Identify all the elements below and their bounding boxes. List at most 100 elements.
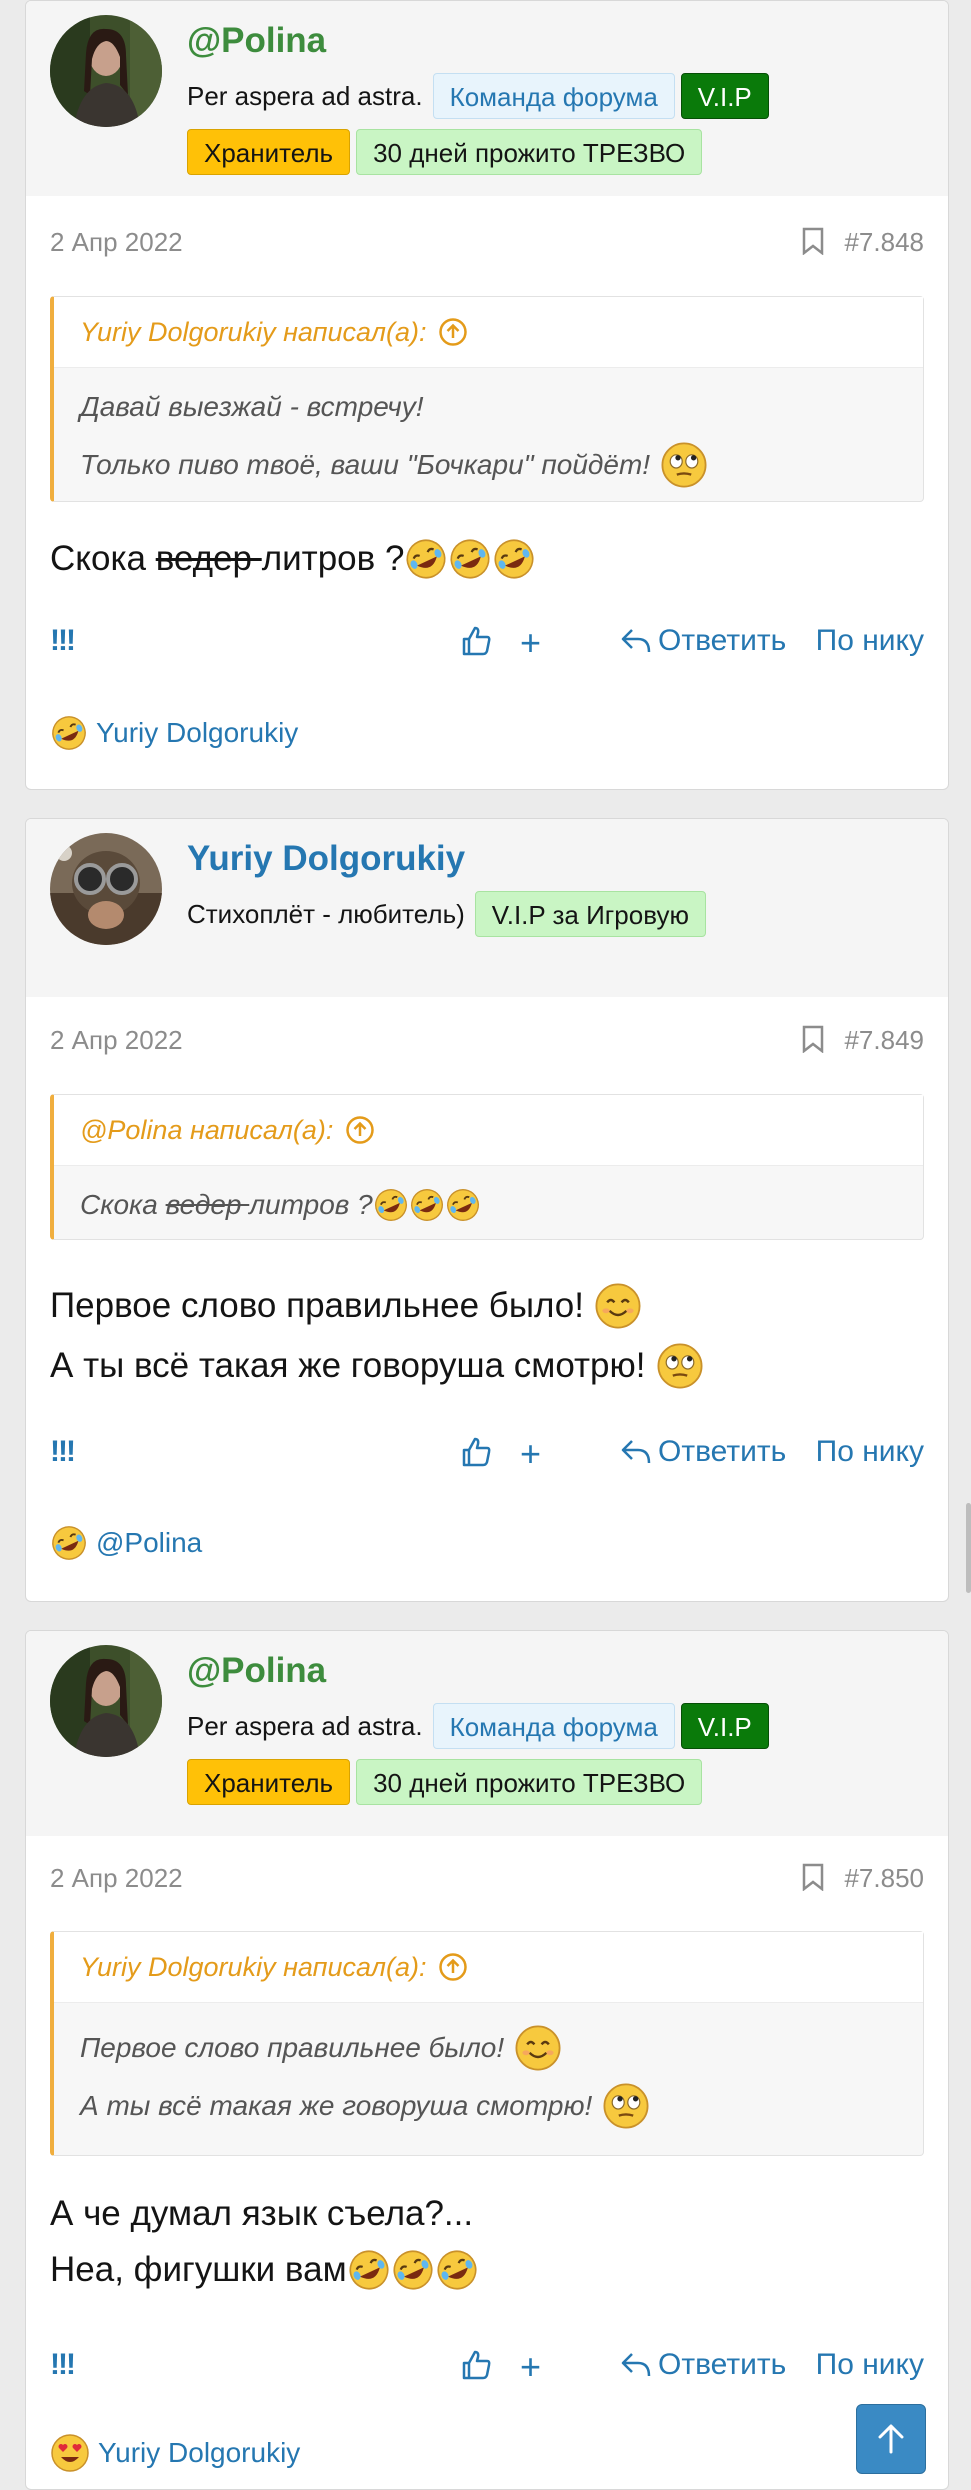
add-reaction-button[interactable]: + <box>520 2346 541 2388</box>
post-number[interactable]: #7.848 <box>844 227 924 258</box>
arrow-up-circle-icon[interactable] <box>438 1952 468 1982</box>
message-line: А ты всё такая же говоруша смотрю! <box>50 1336 924 1396</box>
user-titles: Стихоплёт - любитель) V.I.P за Игровую <box>187 891 927 937</box>
quote-header[interactable]: Yuriy Dolgorukiy написал(а): <box>54 1932 923 2003</box>
reactions-bar[interactable]: @Polina <box>50 1521 202 1565</box>
badge-vip-game: V.I.P за Игровую <box>474 891 706 937</box>
post-number[interactable]: #7.849 <box>844 1025 924 1056</box>
quote-line: Только пиво твоё, ваши "Бочкари" пойдёт! <box>80 436 897 494</box>
badge-sober: 30 дней прожито ТРЕЗВО <box>356 1759 703 1805</box>
rofl-emoji-icon <box>50 1524 88 1562</box>
rofl-emoji-icon <box>448 537 492 581</box>
heart-eyes-emoji-icon <box>50 2433 90 2473</box>
by-nick-link[interactable]: По нику <box>816 624 924 658</box>
rofl-emoji-icon <box>347 2248 391 2292</box>
message-line: Неа, фигушки вам <box>50 2242 924 2298</box>
rofl-emoji-icon <box>492 537 536 581</box>
post-author-header: @Polina Per aspera ad astra. Команда фор… <box>26 1631 948 1836</box>
add-reaction-button[interactable]: + <box>520 1433 541 1475</box>
post-message: Скока ведер литров ? <box>50 529 924 589</box>
eye-roll-emoji-icon <box>656 1342 704 1390</box>
user-title: Per aspera ad astra. <box>187 1711 423 1741</box>
grin-emoji-icon <box>594 1282 642 1330</box>
user-titles: Per aspera ad astra. Команда форума V.I.… <box>187 73 927 175</box>
quote-text: Давай выезжай - встречу! <box>80 391 424 422</box>
post-7849: Yuriy Dolgorukiy Стихоплёт - любитель) V… <box>25 818 949 1602</box>
reaction-user[interactable]: Yuriy Dolgorukiy <box>96 717 298 749</box>
post-meta: 2 Апр 2022 #7.848 <box>50 227 924 267</box>
thumbs-up-icon[interactable] <box>460 624 494 658</box>
reply-icon <box>621 1440 651 1464</box>
username[interactable]: @Polina <box>187 21 326 61</box>
badge-sober: 30 дней прожито ТРЕЗВО <box>356 129 703 175</box>
user-titles: Per aspera ad astra. Команда форума V.I.… <box>187 1703 927 1805</box>
report-link[interactable]: !!! <box>50 1435 76 1469</box>
thumbs-up-icon[interactable] <box>460 2348 494 2382</box>
post-message: А че думал язык съела?... Неа, фигушки в… <box>50 2186 924 2298</box>
quote-header[interactable]: Yuriy Dolgorukiy написал(а): <box>54 297 923 368</box>
message-line: Первое слово правильнее было! <box>50 1276 924 1336</box>
avatar[interactable] <box>50 833 162 945</box>
reactions-bar[interactable]: Yuriy Dolgorukiy <box>50 711 298 755</box>
quote-header[interactable]: @Polina написал(а): <box>54 1095 923 1166</box>
scrollbar-thumb[interactable] <box>966 1503 971 1593</box>
bookmark-icon[interactable] <box>802 1863 824 1891</box>
badge-vip: V.I.P <box>680 1703 769 1749</box>
quote-line: Первое слово правильнее было! <box>80 2019 897 2077</box>
reply-button[interactable]: Ответить <box>620 2348 786 2382</box>
bookmark-icon[interactable] <box>802 227 824 255</box>
reactions-bar[interactable]: Yuriy Dolgorukiy <box>50 2431 300 2475</box>
post-7848: @Polina Per aspera ad astra. Команда фор… <box>25 0 949 790</box>
quote-text: Скока <box>80 1189 166 1220</box>
rofl-emoji-icon <box>445 1187 481 1223</box>
bookmark-icon[interactable] <box>802 1025 824 1053</box>
reaction-user[interactable]: Yuriy Dolgorukiy <box>98 2437 300 2469</box>
message-text: Скока <box>50 539 156 578</box>
username[interactable]: @Polina <box>187 1651 326 1691</box>
post-message: Первое слово правильнее было! А ты всё т… <box>50 1276 924 1396</box>
reaction-user[interactable]: @Polina <box>96 1527 202 1559</box>
quote-author[interactable]: @Polina написал(а): <box>80 1115 333 1146</box>
report-link[interactable]: !!! <box>50 2348 76 2382</box>
message-text: Первое слово правильнее было! <box>50 1286 584 1325</box>
rofl-emoji-icon <box>435 2248 479 2292</box>
thumbs-up-icon[interactable] <box>460 1435 494 1469</box>
reply-button[interactable]: Ответить <box>620 624 786 658</box>
scroll-to-top-button[interactable] <box>856 2404 926 2474</box>
quote-author[interactable]: Yuriy Dolgorukiy написал(а): <box>80 1952 426 1983</box>
quote-body: Первое слово правильнее было! А ты всё т… <box>54 2003 923 2147</box>
post-date[interactable]: 2 Апр 2022 <box>50 1863 183 1894</box>
post-actions: !!! + Ответить По нику <box>50 622 924 664</box>
quote-line: А ты всё такая же говоруша смотрю! <box>80 2077 897 2135</box>
avatar[interactable] <box>50 15 162 127</box>
quote-text: А ты всё такая же говоруша смотрю! <box>80 2090 593 2121</box>
rofl-emoji-icon <box>391 2248 435 2292</box>
arrow-up-circle-icon[interactable] <box>438 317 468 347</box>
post-author-header: Yuriy Dolgorukiy Стихоплёт - любитель) V… <box>26 819 948 997</box>
arrow-up-circle-icon[interactable] <box>345 1115 375 1145</box>
report-link[interactable]: !!! <box>50 624 76 658</box>
quote-author[interactable]: Yuriy Dolgorukiy написал(а): <box>80 317 426 348</box>
quote-strike-text: ведер <box>165 1189 250 1220</box>
add-reaction-button[interactable]: + <box>520 622 541 664</box>
username[interactable]: Yuriy Dolgorukiy <box>187 839 465 879</box>
post-date[interactable]: 2 Апр 2022 <box>50 227 183 258</box>
message-text: Неа, фигушки вам <box>50 2250 347 2289</box>
post-meta: 2 Апр 2022 #7.849 <box>50 1025 924 1065</box>
arrow-up-icon <box>878 2424 904 2454</box>
quote-body: Давай выезжай - встречу! Только пиво тво… <box>54 368 923 506</box>
quote-block: Yuriy Dolgorukiy написал(а): Давай выезж… <box>50 296 924 502</box>
post-number[interactable]: #7.850 <box>844 1863 924 1894</box>
rofl-emoji-icon <box>373 1187 409 1223</box>
avatar[interactable] <box>50 1645 162 1757</box>
reply-button[interactable]: Ответить <box>620 1435 786 1469</box>
badge-keeper: Хранитель <box>187 129 351 175</box>
post-date[interactable]: 2 Апр 2022 <box>50 1025 183 1056</box>
reply-label: Ответить <box>658 624 787 657</box>
by-nick-link[interactable]: По нику <box>816 2348 924 2382</box>
reply-label: Ответить <box>658 1435 787 1468</box>
rofl-emoji-icon <box>404 537 448 581</box>
post-meta: 2 Апр 2022 #7.850 <box>50 1863 924 1903</box>
message-line: А че думал язык съела?... <box>50 2186 924 2242</box>
by-nick-link[interactable]: По нику <box>816 1435 924 1469</box>
